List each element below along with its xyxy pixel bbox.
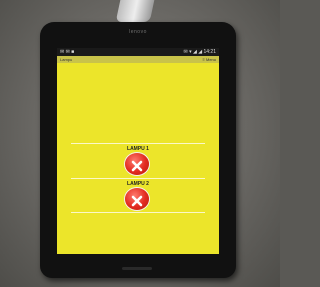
close-icon <box>131 195 143 207</box>
status-bar: ✉ ✉ ■ ✉ ▾ ◢ ◢ 14:21 <box>57 48 219 56</box>
lamp-2-toggle-button[interactable] <box>125 188 149 210</box>
divider <box>71 178 205 179</box>
divider <box>71 212 205 213</box>
close-icon <box>131 160 143 172</box>
status-bar-notification-icons: ✉ ✉ ■ <box>60 49 75 55</box>
lamp-1-label: LAMPU 1 <box>127 146 149 152</box>
action-bar: Lampu ≡ Menu <box>57 56 219 63</box>
action-bar-title: Lampu <box>60 57 73 62</box>
lamp-1-toggle-button[interactable] <box>125 153 149 175</box>
phone-screen: ✉ ✉ ■ ✉ ▾ ◢ ◢ 14:21 Lampu ≡ Menu LAMPU 1… <box>57 48 219 254</box>
home-key[interactable] <box>122 267 152 270</box>
lamp-2-label: LAMPU 2 <box>127 181 149 187</box>
divider <box>71 143 205 144</box>
status-bar-system-indicators: ✉ ▾ ◢ ◢ 14:21 <box>183 49 216 55</box>
phone-brand: lenovo <box>129 29 147 35</box>
phone-device: lenovo ✉ ✉ ■ ✉ ▾ ◢ ◢ 14:21 Lampu ≡ Menu … <box>40 22 236 278</box>
overflow-menu-button[interactable]: ≡ Menu <box>203 57 216 62</box>
usb-cable <box>115 0 155 22</box>
